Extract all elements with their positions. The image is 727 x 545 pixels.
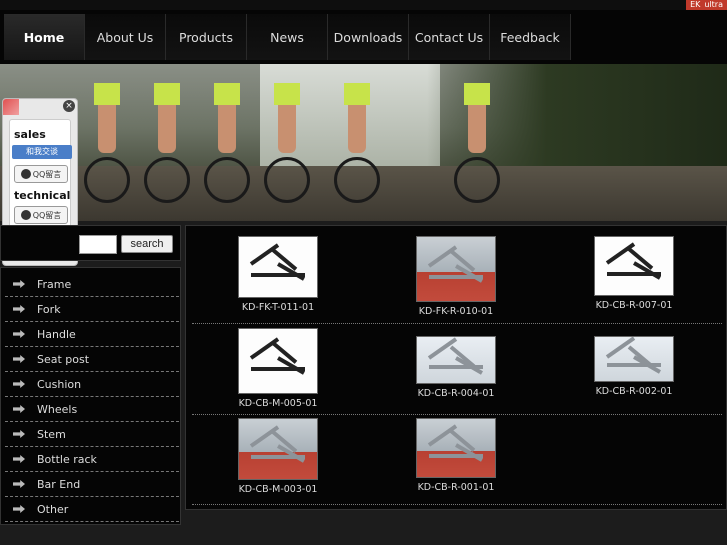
product-item[interactable]: KD-FK-R-010-01: [370, 234, 542, 324]
product-item[interactable]: KD-CB-M-003-01: [192, 416, 364, 506]
product-image-bike-frame[interactable]: [238, 236, 318, 298]
arrow-icon: [13, 355, 25, 363]
arrow-icon: [13, 405, 25, 413]
category-item[interactable]: Handle: [5, 322, 179, 347]
arrow-icon: [13, 455, 25, 463]
chat-button[interactable]: 和我交谈: [12, 145, 72, 159]
nav-home[interactable]: Home: [4, 14, 85, 60]
category-label: Frame: [37, 277, 72, 291]
search-area: search: [0, 225, 181, 261]
language-option[interactable]: ultra: [704, 0, 723, 10]
arrow-icon: [13, 430, 25, 438]
category-item[interactable]: Bottle rack: [5, 447, 179, 472]
arrow-icon: [13, 380, 25, 388]
product-item[interactable]: KD-FK-T-011-01: [192, 234, 364, 324]
product-image-bike-frame[interactable]: [238, 418, 318, 480]
product-code[interactable]: KD-FK-R-010-01: [370, 306, 542, 317]
product-image-bike-frame[interactable]: [594, 336, 674, 382]
arrow-icon: [13, 505, 25, 513]
qq-icon: [20, 210, 31, 220]
product-item[interactable]: KD-CB-R-002-01: [548, 326, 720, 416]
search-input[interactable]: [79, 235, 117, 254]
qq-icon: [20, 169, 31, 179]
product-code[interactable]: KD-CB-M-003-01: [192, 484, 364, 495]
product-code[interactable]: KD-CB-R-004-01: [370, 388, 542, 399]
category-item[interactable]: Seat post: [5, 347, 179, 372]
arrow-icon: [13, 330, 25, 338]
category-label: Other: [37, 502, 69, 516]
language-option[interactable]: EK: [690, 0, 700, 10]
category-label: Bar End: [37, 477, 81, 491]
hero-banner-cyclists: [0, 64, 727, 221]
technical-label: technical: [14, 189, 71, 202]
category-label: Bottle rack: [37, 452, 97, 466]
product-item[interactable]: KD-CB-R-007-01: [548, 234, 720, 324]
row-divider: [192, 414, 722, 415]
row-divider: [192, 323, 722, 324]
product-image-bike-frame[interactable]: [416, 418, 496, 478]
category-item[interactable]: Wheels: [5, 397, 179, 422]
category-label: Stem: [37, 427, 66, 441]
nav-feedback[interactable]: Feedback: [490, 14, 571, 60]
nav-contact-us[interactable]: Contact Us: [409, 14, 490, 60]
qq-message-button-technical[interactable]: QQ留言: [14, 206, 68, 224]
category-item[interactable]: Stem: [5, 422, 179, 447]
category-label: Fork: [37, 302, 61, 316]
category-label: Seat post: [37, 352, 90, 366]
panel-corner-icon: [3, 99, 19, 115]
top-strip: EK ultra: [0, 0, 727, 10]
nav-downloads[interactable]: Downloads: [328, 14, 409, 60]
arrow-icon: [13, 305, 25, 313]
product-code[interactable]: KD-CB-R-002-01: [548, 386, 720, 397]
nav-about-us[interactable]: About Us: [85, 14, 166, 60]
search-button[interactable]: search: [121, 235, 173, 253]
product-image-bike-frame[interactable]: [594, 236, 674, 296]
row-divider: [192, 504, 722, 505]
product-image-bike-frame[interactable]: [238, 328, 318, 394]
nav-news[interactable]: News: [247, 14, 328, 60]
sales-label: sales: [14, 128, 46, 141]
product-item[interactable]: KD-CB-R-004-01: [370, 326, 542, 416]
category-label: Handle: [37, 327, 76, 341]
product-image-bike-frame[interactable]: [416, 236, 496, 302]
product-image-bike-frame[interactable]: [416, 336, 496, 384]
product-item[interactable]: KD-CB-R-001-01: [370, 416, 542, 506]
product-code[interactable]: KD-FK-T-011-01: [192, 302, 364, 313]
product-grid: KD-FK-T-011-01 KD-FK-R-010-01 KD-CB-R-007-…: [185, 225, 727, 510]
close-icon[interactable]: ×: [63, 100, 75, 112]
category-item[interactable]: Frame: [5, 272, 179, 297]
category-item[interactable]: Other: [5, 497, 179, 522]
category-item[interactable]: Bar End: [5, 472, 179, 497]
arrow-icon: [13, 480, 25, 488]
category-list: Frame Fork Handle Seat post Cushion Wheels Ste…: [0, 267, 181, 525]
main-navigation: Home About Us Products News Downloads Co…: [0, 10, 727, 64]
product-item[interactable]: KD-CB-M-005-01: [192, 326, 364, 416]
category-item[interactable]: Fork: [5, 297, 179, 322]
product-code[interactable]: KD-CB-M-005-01: [192, 398, 364, 409]
language-switch[interactable]: EK ultra: [686, 0, 727, 10]
page: EK ultra Home About Us Products News Dow…: [0, 0, 727, 545]
product-code[interactable]: KD-CB-R-001-01: [370, 482, 542, 493]
category-item[interactable]: Cushion: [5, 372, 179, 397]
arrow-icon: [13, 280, 25, 288]
category-label: Cushion: [37, 377, 82, 391]
product-code[interactable]: KD-CB-R-007-01: [548, 300, 720, 311]
nav-products[interactable]: Products: [166, 14, 247, 60]
category-label: Wheels: [37, 402, 78, 416]
qq-message-button-sales[interactable]: QQ留言: [14, 165, 68, 183]
